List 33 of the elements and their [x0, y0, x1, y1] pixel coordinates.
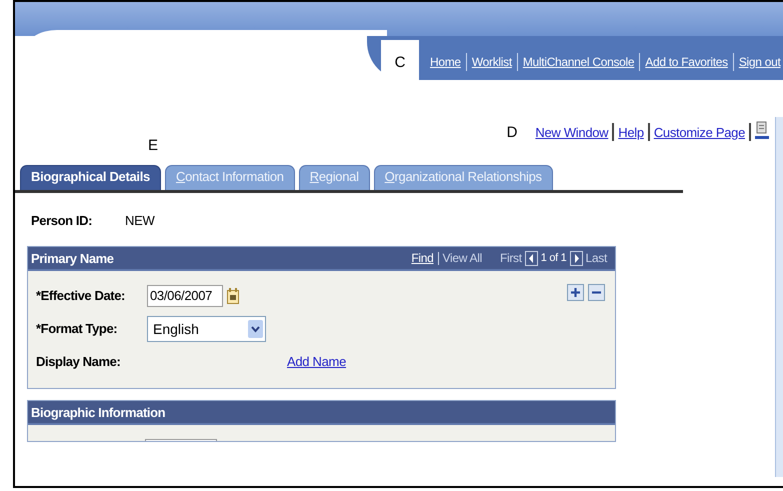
delete-row-button[interactable] [588, 284, 605, 301]
nav-link[interactable]: Sign out [734, 55, 783, 69]
add-row-button[interactable] [567, 284, 584, 301]
last-label: Last [586, 251, 607, 265]
nav-link[interactable]: Worklist [466, 55, 517, 69]
field-label: *Effective Date: [36, 288, 126, 303]
add-name-link[interactable]: Add Name [287, 354, 346, 369]
format-type-dropdown[interactable]: English [147, 316, 266, 342]
chevron-down-icon [248, 320, 263, 338]
field-value: NEW [125, 213, 154, 228]
date-field[interactable]: 03/06/2007 [147, 284, 223, 306]
nav-link[interactable]: Add to Favorites [640, 55, 733, 69]
calendar-icon[interactable] [227, 288, 239, 304]
nav-link[interactable]: MultiChannel Console [518, 55, 640, 69]
nav-link[interactable]: Home [425, 55, 466, 69]
scroll-bar[interactable] [775, 117, 783, 477]
first-label: First [500, 251, 522, 265]
row-count: 1 of 1 [540, 252, 567, 264]
page-link[interactable]: New Window [532, 124, 612, 140]
section-title: Biographic Information [31, 404, 166, 420]
view-all-link[interactable]: View All [442, 251, 482, 265]
callout-label: E [148, 137, 158, 154]
callout-label: D [506, 124, 518, 140]
callout-label: C [381, 40, 419, 80]
find-link[interactable]: Find [411, 251, 434, 265]
page-link[interactable]: Help [615, 124, 647, 140]
field-label: Display Name: [36, 354, 122, 369]
plus-icon [570, 287, 581, 298]
section-title: Primary Name [31, 250, 114, 266]
field-label: Person ID: [31, 213, 94, 228]
page-link[interactable]: Customize Page [650, 124, 748, 140]
tab[interactable]: Biographical Details [20, 165, 161, 190]
field-label: *Format Type: [36, 321, 118, 336]
